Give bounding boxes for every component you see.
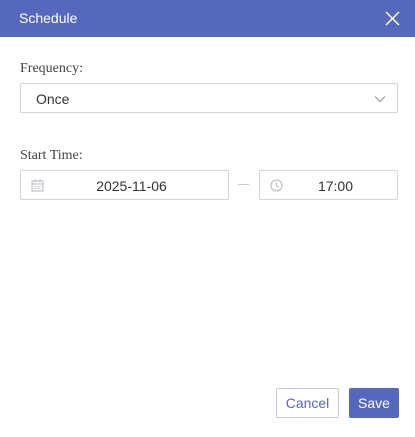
schedule-dialog: Schedule Frequency: Once Start Time: 202… [0,0,415,437]
close-icon [385,11,400,26]
chevron-down-icon [374,96,386,103]
start-time-picker[interactable]: 17:00 [259,170,398,200]
start-time-value: 17:00 [317,178,354,194]
close-button[interactable] [384,10,401,27]
frequency-select[interactable]: Once [20,83,398,113]
start-date-picker[interactable]: 2025-11-06 [20,170,229,200]
start-date-value: 2025-11-06 [96,178,167,194]
cancel-button[interactable]: Cancel [276,388,339,418]
dialog-title: Schedule [19,10,78,26]
start-time-label: Start Time: [20,148,83,163]
frequency-value: Once [36,91,70,107]
dialog-header: Schedule [0,0,415,37]
frequency-label: Frequency: [20,61,83,76]
range-separator [238,184,249,185]
save-button[interactable]: Save [349,388,399,418]
